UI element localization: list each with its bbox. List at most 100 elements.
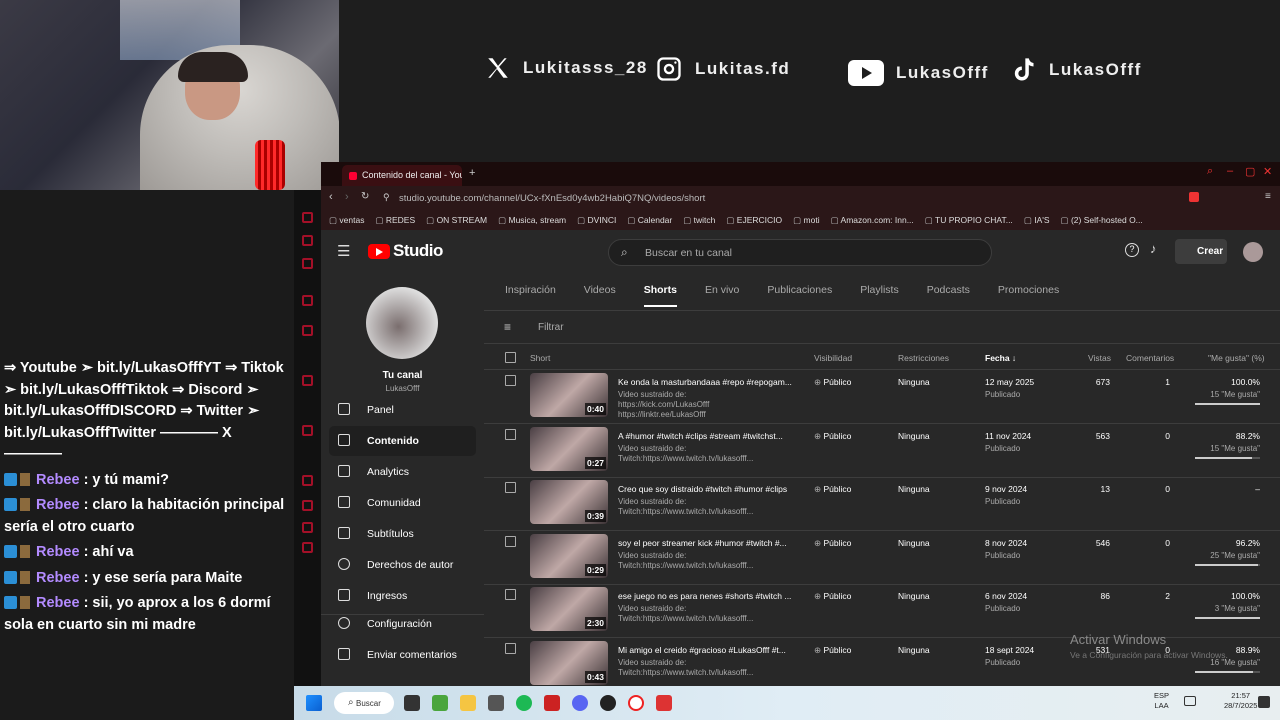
short-title[interactable]: Ke onda la masturbandaaa #repo #repogam.… xyxy=(618,377,798,387)
menu-icon[interactable]: ≡ xyxy=(1265,191,1271,202)
opera-gx-icon[interactable] xyxy=(656,695,672,711)
close-icon[interactable]: ✕ xyxy=(1263,165,1272,178)
dock-icon[interactable] xyxy=(302,258,313,269)
discord-icon[interactable] xyxy=(572,695,588,711)
site-info-icon[interactable]: ⚲ xyxy=(383,192,390,203)
tab-live[interactable]: En vivo xyxy=(705,284,739,307)
bookmark[interactable]: Amazon.com: Inn... xyxy=(831,215,914,226)
dock-icon[interactable] xyxy=(302,425,313,436)
row-checkbox[interactable] xyxy=(505,642,516,654)
bookmark[interactable]: IA'S xyxy=(1024,215,1049,226)
row-checkbox[interactable] xyxy=(505,375,516,386)
tab-podcasts[interactable]: Podcasts xyxy=(927,284,970,307)
nav-panel[interactable]: Panel xyxy=(329,395,476,425)
nav-earn[interactable]: Ingresos xyxy=(329,581,476,611)
tab-videos[interactable]: Videos xyxy=(584,284,616,307)
notifications-icon[interactable] xyxy=(1258,696,1270,708)
reload-icon[interactable]: ↻ xyxy=(361,191,369,202)
dock-icon[interactable] xyxy=(302,522,313,533)
filter-icon[interactable]: ≡ xyxy=(504,320,511,334)
nav-content[interactable]: Contenido xyxy=(329,426,476,456)
row-checkbox[interactable] xyxy=(505,482,516,493)
tab-inspiration[interactable]: Inspiración xyxy=(505,284,556,307)
short-title[interactable]: Mi amigo el creido #gracioso #LukasOfff … xyxy=(618,645,798,655)
nav-subtitles[interactable]: Subtítulos xyxy=(329,519,476,549)
nav-copyright[interactable]: Derechos de autor xyxy=(329,550,476,580)
visibility-value[interactable]: Público xyxy=(814,484,851,495)
bookmark[interactable]: ON STREAM xyxy=(426,215,488,226)
bookmark[interactable]: moti xyxy=(793,215,820,226)
back-icon[interactable]: ‹ xyxy=(329,191,333,203)
short-title[interactable]: ese juego no es para nenes #shorts #twit… xyxy=(618,591,798,601)
dock-icon[interactable] xyxy=(302,375,313,386)
bell-icon[interactable]: ♪ xyxy=(1150,241,1157,256)
dock-icon[interactable] xyxy=(302,295,313,306)
bookmark[interactable]: EJERCICIO xyxy=(726,215,782,226)
nav-settings[interactable]: Configuración xyxy=(329,609,476,639)
studio-logo[interactable]: Studio xyxy=(368,241,443,261)
col-views[interactable]: Vistas xyxy=(1088,353,1111,363)
dock-icon[interactable] xyxy=(302,235,313,246)
col-likes[interactable]: "Me gusta" (%) xyxy=(1208,353,1265,363)
minecraft-icon[interactable] xyxy=(432,695,448,711)
minimize-icon[interactable]: – xyxy=(1227,165,1233,177)
table-row[interactable]: 0:40 Ke onda la masturbandaaa #repo #repo… xyxy=(484,370,1280,424)
channel-avatar[interactable] xyxy=(366,287,438,359)
visibility-value[interactable]: Público xyxy=(814,431,851,442)
folder-icon[interactable] xyxy=(460,695,476,711)
visibility-value[interactable]: Público xyxy=(814,377,851,388)
dock-icon[interactable] xyxy=(302,500,313,511)
taskbar-search[interactable]: Buscar xyxy=(334,692,394,714)
app-icon[interactable] xyxy=(488,695,504,711)
bookmark[interactable]: DVINCI xyxy=(577,215,617,226)
select-all-checkbox[interactable] xyxy=(505,352,516,363)
col-restrictions[interactable]: Restricciones xyxy=(898,353,949,363)
spotify-icon[interactable] xyxy=(516,695,532,711)
table-row[interactable]: 0:27 A #humor #twitch #clips #stream #twi… xyxy=(484,424,1280,478)
nav-community[interactable]: Comunidad xyxy=(329,488,476,518)
bookmark[interactable]: Musica, stream xyxy=(498,215,567,226)
bookmark[interactable]: (2) Self-hosted O... xyxy=(1061,215,1143,226)
extension-icon[interactable] xyxy=(1189,192,1199,202)
bookmark[interactable]: Calendar xyxy=(627,215,673,226)
table-row[interactable]: 0:29 soy el peor streamer kick #humor #tw… xyxy=(484,531,1280,585)
opera-icon[interactable] xyxy=(628,695,644,711)
task-view-icon[interactable] xyxy=(404,695,420,711)
voicemeeter-icon[interactable] xyxy=(544,695,560,711)
col-comments[interactable]: Comentarios xyxy=(1126,353,1174,363)
browser-tab[interactable]: Contenido del canal - You xyxy=(342,165,462,186)
obs-icon[interactable] xyxy=(600,695,616,711)
row-checkbox[interactable] xyxy=(505,428,516,440)
start-icon[interactable] xyxy=(306,695,322,711)
hamburger-icon[interactable]: ☰ xyxy=(337,242,350,260)
network-icon[interactable] xyxy=(1184,696,1196,706)
visibility-value[interactable]: Público xyxy=(814,645,851,656)
new-tab-icon[interactable]: + xyxy=(469,167,475,179)
row-checkbox[interactable] xyxy=(505,589,516,600)
dock-icon[interactable] xyxy=(302,542,313,553)
search-icon[interactable]: ⌕ xyxy=(1207,165,1213,178)
tab-playlists[interactable]: Playlists xyxy=(860,284,899,307)
col-date[interactable]: Fecha ↓ xyxy=(985,353,1016,363)
bookmark[interactable]: REDES xyxy=(375,215,415,226)
create-button[interactable]: Crear xyxy=(1175,239,1227,264)
help-icon[interactable]: ? xyxy=(1125,243,1139,257)
maximize-icon[interactable]: ▢ xyxy=(1245,165,1255,178)
nav-feedback[interactable]: Enviar comentarios xyxy=(329,640,476,670)
bookmark[interactable]: TU PROPIO CHAT... xyxy=(925,215,1013,226)
dock-icon[interactable] xyxy=(302,325,313,336)
clock[interactable]: 21:57 28/7/2025 xyxy=(1224,691,1257,711)
filter-input[interactable]: Filtrar xyxy=(484,310,1280,344)
tab-promotions[interactable]: Promociones xyxy=(998,284,1059,307)
forward-icon[interactable]: › xyxy=(345,191,349,203)
row-checkbox[interactable] xyxy=(505,535,516,547)
table-row[interactable]: 2:30 ese juego no es para nenes #shorts #… xyxy=(484,584,1280,638)
bookmark[interactable]: twitch xyxy=(683,215,716,226)
language-indicator[interactable]: ESP LAA xyxy=(1154,691,1169,711)
account-avatar[interactable] xyxy=(1243,242,1263,262)
nav-analytics[interactable]: Analytics xyxy=(329,457,476,487)
dock-icon[interactable] xyxy=(302,475,313,486)
bookmark[interactable]: ventas xyxy=(329,215,364,226)
col-visibility[interactable]: Visibilidad xyxy=(814,353,852,363)
visibility-value[interactable]: Público xyxy=(814,591,851,602)
